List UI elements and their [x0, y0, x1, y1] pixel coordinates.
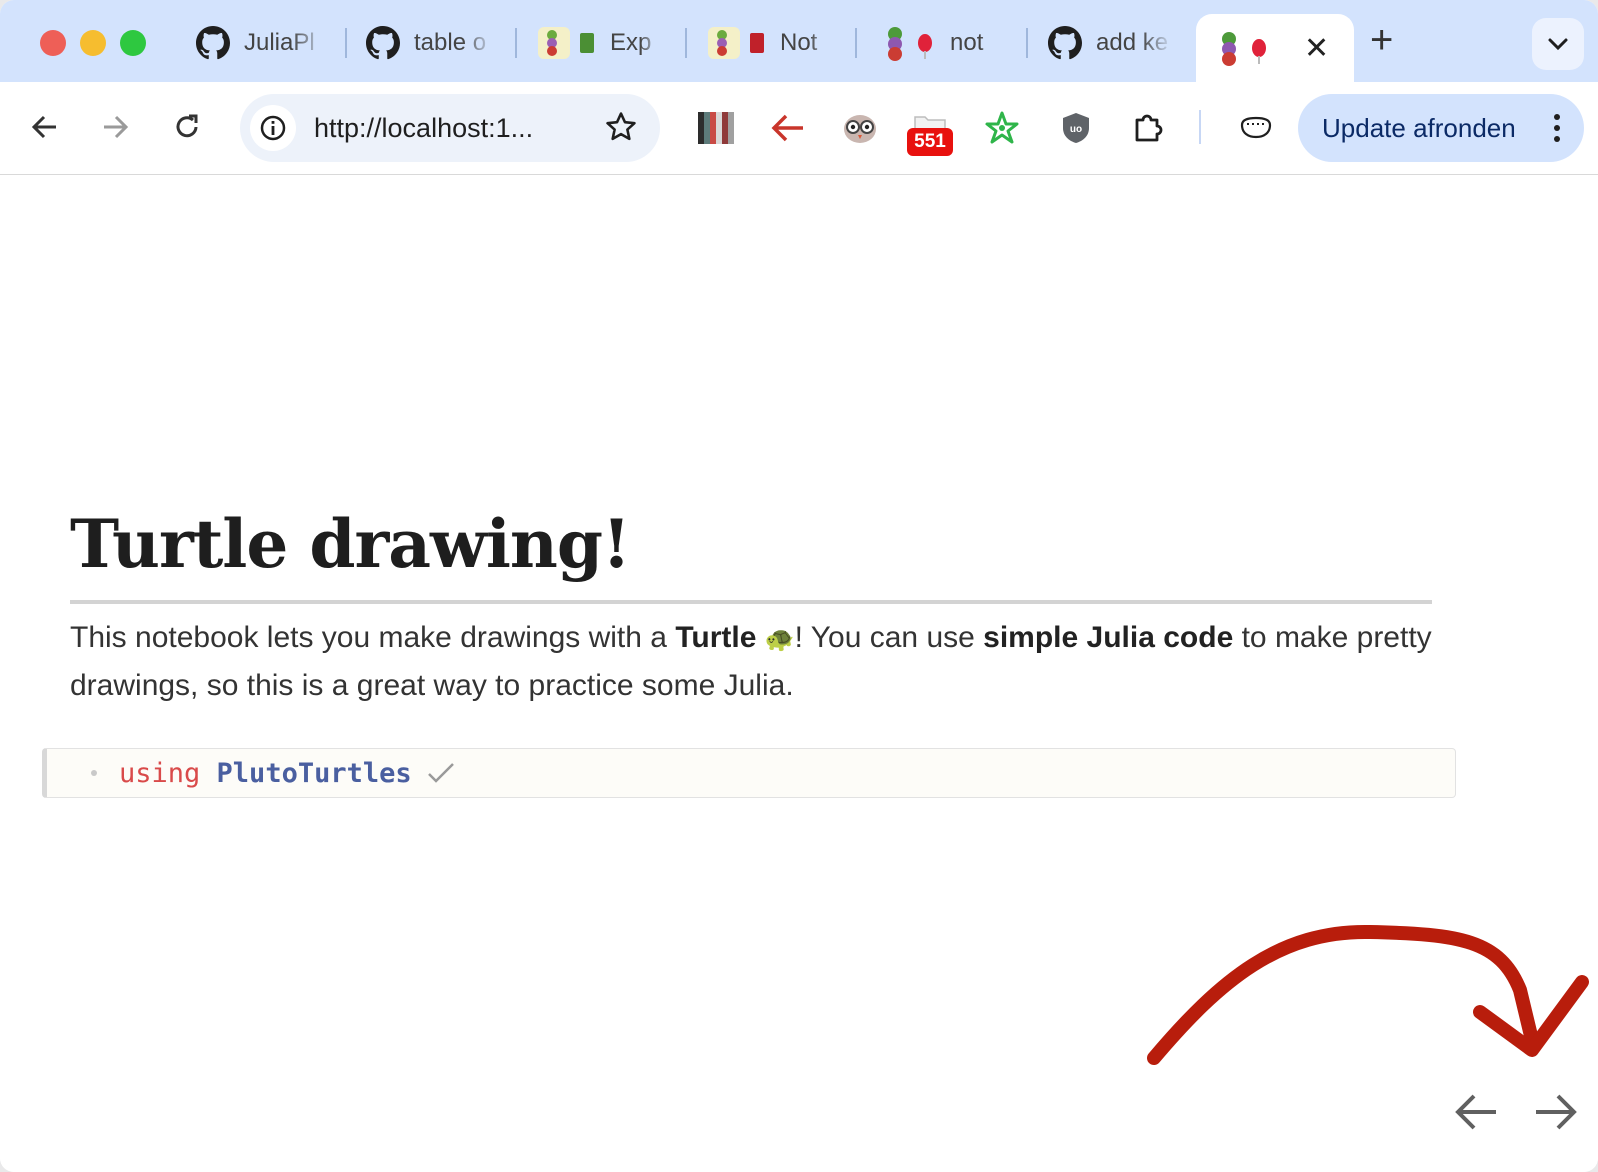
extension-back-arrow[interactable] — [766, 106, 810, 150]
github-icon — [1048, 26, 1082, 60]
tab-label: add ke — [1096, 29, 1169, 56]
arrow-right-icon — [104, 115, 129, 139]
zoom-window-button[interactable] — [120, 30, 146, 56]
tab-label: JuliaPl — [244, 29, 315, 56]
extensions-button[interactable] — [1126, 106, 1170, 150]
update-button-label: Update afronden — [1322, 112, 1516, 143]
extension-star[interactable] — [980, 106, 1024, 150]
pluto-icon — [1220, 32, 1238, 66]
update-button[interactable]: Update afronden — [1298, 94, 1584, 162]
annotation-arrow-icon — [1147, 924, 1589, 1065]
balloon-icon — [918, 34, 932, 59]
forward-button[interactable] — [92, 104, 138, 150]
new-tab-button[interactable]: + — [1370, 18, 1393, 63]
page-content: Turtle drawing! This notebook lets you m… — [0, 175, 1598, 1172]
pluto-icon — [886, 27, 904, 61]
puzzle-icon — [1135, 114, 1163, 142]
chevron-down-icon — [1548, 38, 1568, 51]
back-button[interactable] — [22, 104, 68, 150]
tab-active[interactable]: ✕ — [1196, 14, 1354, 82]
cell-bullet — [91, 770, 97, 776]
previous-slide-button[interactable] — [1452, 1090, 1500, 1139]
github-icon — [366, 26, 400, 60]
tab-not[interactable]: Not — [708, 14, 838, 72]
toolbar-separator — [1199, 110, 1201, 144]
browser-toolbar: http://localhost:1... 551 uo Update afro… — [0, 82, 1598, 175]
arrow-right-icon — [1536, 1094, 1577, 1130]
next-slide-button[interactable] — [1532, 1090, 1580, 1139]
tab-separator — [685, 28, 687, 58]
svg-text:uo: uo — [1070, 124, 1082, 135]
code-cell[interactable]: using PlutoTurtles — [42, 748, 1456, 798]
reload-button[interactable] — [164, 104, 210, 150]
extension-color-palette[interactable] — [694, 106, 738, 150]
code-module: PlutoTurtles — [216, 757, 412, 789]
tab-label: Exp — [610, 29, 652, 56]
reload-icon — [176, 114, 198, 138]
pluto-icon — [538, 27, 570, 59]
more-vert-icon[interactable] — [1552, 112, 1562, 144]
tab-label: Not — [780, 29, 818, 56]
intro-bold-turtle: Turtle — [675, 621, 757, 654]
arrow-left-icon — [1455, 1094, 1496, 1130]
profile-avatar[interactable] — [1234, 106, 1278, 150]
github-icon — [196, 26, 230, 60]
extension-owl[interactable] — [838, 106, 882, 150]
intro-text: This notebook lets you make drawings wit… — [70, 621, 676, 654]
turtle-emoji-icon: 🐢 — [764, 626, 795, 653]
address-bar[interactable]: http://localhost:1... — [240, 94, 660, 162]
close-tab-icon[interactable]: ✕ — [1304, 31, 1329, 66]
red-arrow-left-icon — [771, 114, 803, 142]
minimize-window-button[interactable] — [80, 30, 106, 56]
tab-add-ke[interactable]: add ke — [1048, 14, 1178, 72]
avatar-face-icon — [1240, 116, 1272, 139]
arrow-left-icon — [31, 115, 56, 139]
pluto-icon — [708, 27, 740, 59]
intro-paragraph: This notebook lets you make drawings wit… — [70, 615, 1450, 709]
bookmark-button[interactable] — [604, 110, 638, 149]
tab-label: not — [950, 29, 984, 56]
balloon-icon — [1252, 39, 1266, 64]
green-star-icon — [985, 111, 1019, 144]
tab-strip: JuliaPl table o Exp Not not add ke ✕ + — [0, 0, 1598, 82]
intro-text: ! You can use — [794, 621, 984, 654]
tab-separator — [515, 28, 517, 58]
info-icon — [260, 115, 286, 141]
title-underline — [70, 600, 1432, 604]
tab-separator — [855, 28, 857, 58]
close-window-button[interactable] — [40, 30, 66, 56]
color-palette-icon — [698, 112, 734, 144]
tab-separator — [1026, 28, 1028, 58]
extension-ublock[interactable]: uo — [1054, 106, 1098, 150]
green-book-icon — [580, 33, 594, 53]
checkmark-icon — [427, 763, 454, 783]
url-text[interactable]: http://localhost:1... — [314, 113, 564, 144]
tab-juliapl[interactable]: JuliaPl — [196, 14, 332, 72]
code-keyword: using — [119, 757, 201, 789]
site-info-button[interactable] — [250, 105, 296, 151]
red-book-icon — [750, 33, 764, 53]
tab-not-2[interactable]: not — [886, 14, 1016, 72]
tab-table[interactable]: table o — [366, 14, 500, 72]
shield-icon: uo — [1063, 113, 1089, 143]
tab-search-button[interactable] — [1532, 18, 1584, 70]
tab-separator — [345, 28, 347, 58]
tab-label: table o — [414, 29, 487, 56]
star-icon — [606, 112, 636, 141]
owl-icon — [844, 115, 876, 143]
extension-count-badge: 551 — [907, 128, 953, 156]
browser-window: JuliaPl table o Exp Not not add ke ✕ + h… — [0, 0, 1598, 1172]
intro-bold-julia: simple Julia code — [983, 621, 1234, 654]
tab-exp[interactable]: Exp — [538, 14, 668, 72]
notebook-title: Turtle drawing! — [70, 505, 631, 583]
